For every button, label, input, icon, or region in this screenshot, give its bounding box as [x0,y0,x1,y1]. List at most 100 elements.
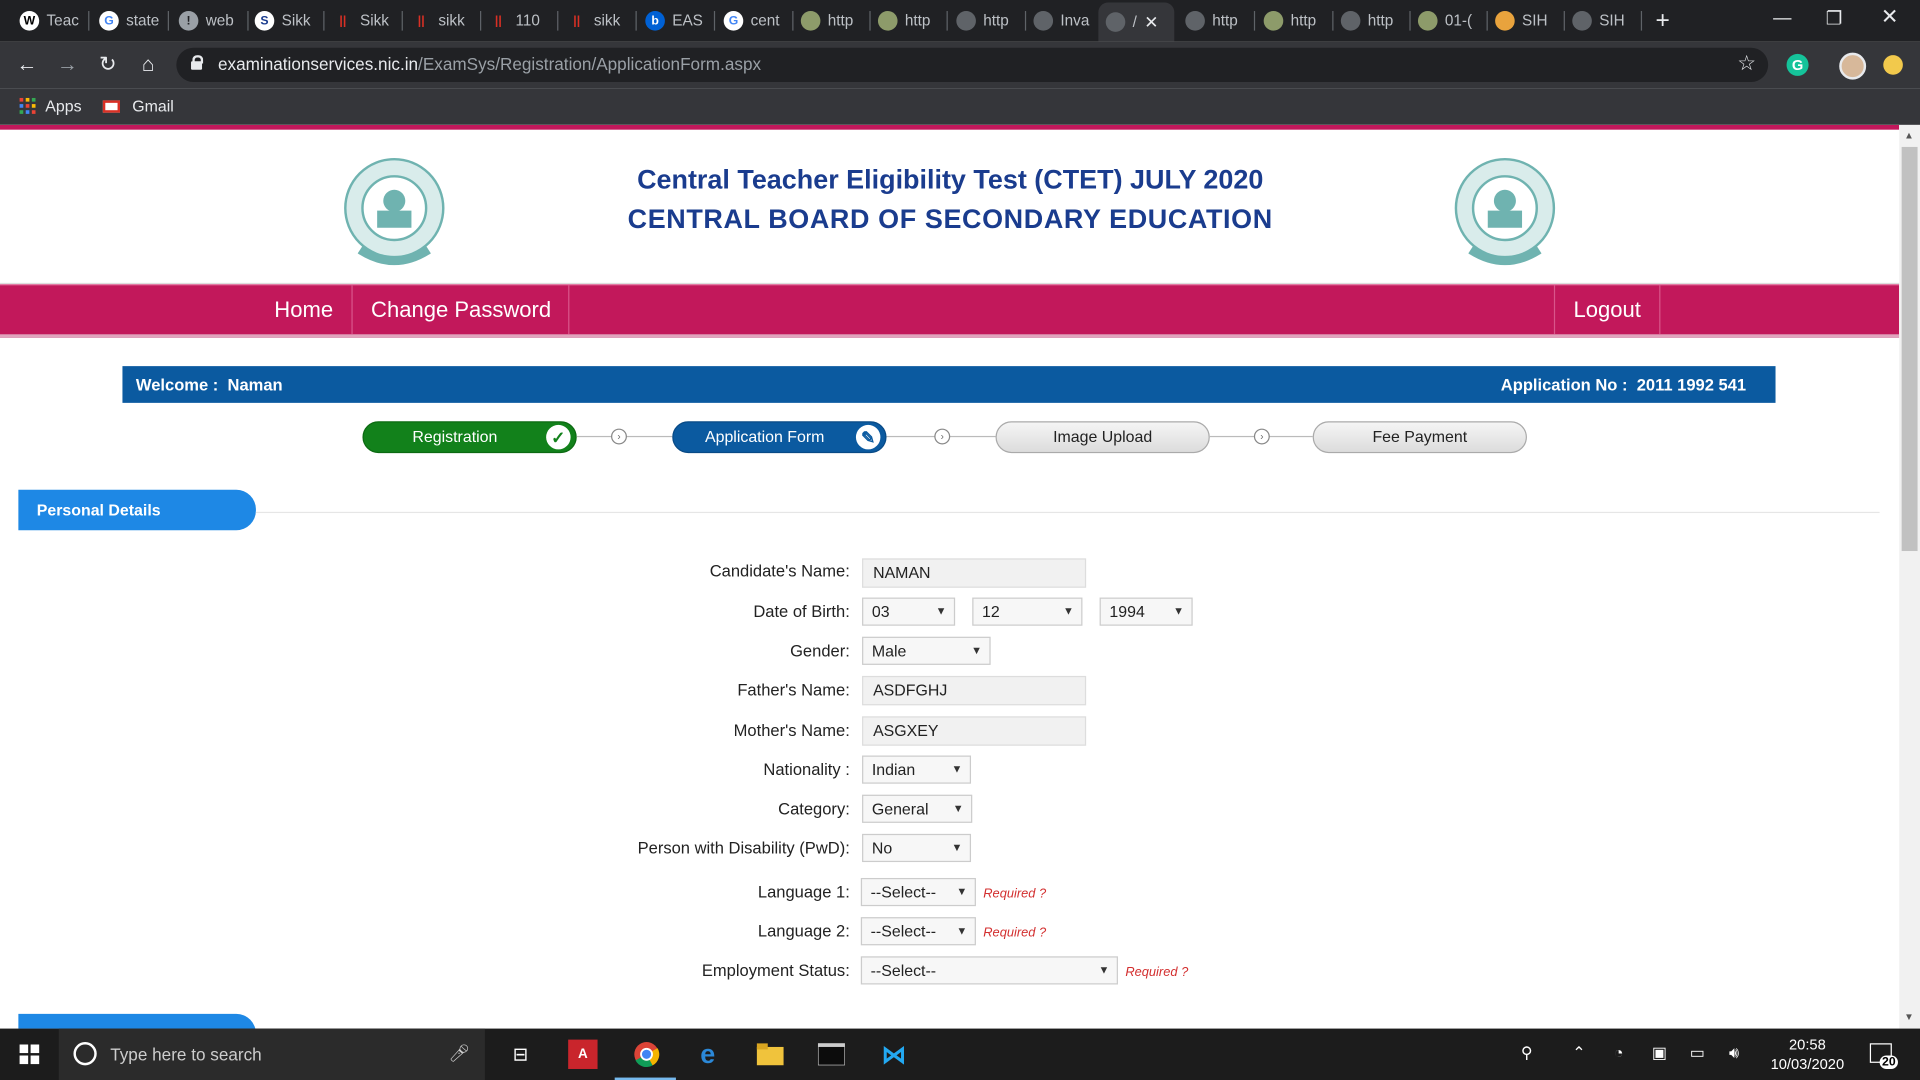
globe-icon [1572,11,1592,31]
required-hint: Required ? [1125,964,1189,980]
page-scrollbar[interactable]: ▲ ▼ [1899,124,1920,1029]
browser-tab-label: Sikk [360,12,389,30]
lock-icon[interactable] [191,55,204,70]
browser-tab[interactable]: W Teac [12,5,90,37]
scroll-down-icon[interactable]: ▼ [1904,1011,1914,1022]
browser-tab[interactable]: SIH [1488,5,1565,37]
browser-tab[interactable]: / ✕ [1098,2,1175,42]
browser-tab[interactable]: http [793,5,871,37]
browser-tab[interactable]: || Sikk [326,5,403,37]
profile-avatar[interactable] [1839,52,1867,80]
grammarly-extension-icon[interactable]: G [1786,53,1809,76]
browser-tab[interactable]: b EAS [638,5,716,37]
step-image-upload[interactable]: Image Upload [995,421,1210,454]
close-tab-icon[interactable]: ✕ [1144,12,1158,33]
browser-tab[interactable]: http [1256,5,1334,37]
people-icon[interactable]: ⚲ [1521,1043,1533,1063]
reload-icon[interactable]: ↻ [94,53,121,77]
chrome-icon[interactable] [632,1040,661,1069]
dob-month-select[interactable]: 12 ▼ [972,597,1083,626]
forward-icon[interactable]: → [54,53,81,77]
mother-name-input[interactable]: ASGXEY [862,716,1087,746]
browser-tab[interactable]: || sikk [560,5,637,37]
browser-tab[interactable]: http [1178,5,1256,37]
dropdown-arrow-icon: ▼ [935,604,947,618]
browser-tab[interactable]: || sikk [404,5,482,37]
step-application-form[interactable]: Application Form ✎ [672,421,887,454]
header-title: Central Teacher Eligibility Test (CTET) … [514,164,1386,235]
bookmark-gmail[interactable]: Gmail [102,97,174,115]
restore-icon[interactable]: ❐ [1826,7,1842,30]
acrobat-icon[interactable]: A [568,1039,598,1069]
bookmark-star-icon[interactable]: ☆ [1737,51,1756,75]
browser-tab[interactable]: http [1333,5,1411,37]
pwd-select[interactable]: No ▼ [862,833,972,863]
category-select[interactable]: General ▼ [862,794,973,823]
scroll-up-icon[interactable]: ▲ [1904,130,1914,141]
language-2-select[interactable]: --Select-- ▼ [860,917,976,946]
nav-logout[interactable]: Logout [1556,285,1658,334]
terminal-icon[interactable] [817,1040,846,1069]
pencil-icon: ✎ [855,424,881,450]
browser-tab-label: sikk [438,12,465,30]
scrollbar-thumb[interactable] [1901,146,1918,552]
update-icon[interactable] [1883,55,1903,75]
browser-tab[interactable]: http [949,5,1027,37]
tray-chevron-icon[interactable]: ⌃ [1572,1043,1585,1063]
address-bar[interactable]: examinationservices.nic.in/ExamSys/Regis… [176,47,1769,83]
battery-icon[interactable]: ▭ [1690,1043,1705,1063]
site-header: Central Teacher Eligibility Test (CTET) … [0,129,1900,285]
browser-tab[interactable]: S Sikk [247,5,325,37]
taskbar-search[interactable]: Type here to search 🎤︎ [58,1028,485,1080]
notification-count: 20 [1879,1055,1899,1069]
security-alert-icon[interactable]: ▣ [1652,1043,1667,1063]
system-clock[interactable]: 20:58 10/03/2020 [1763,1035,1851,1074]
edge-icon[interactable]: e [693,1038,722,1069]
browser-tab[interactable]: || 110 [481,5,559,37]
tab-separator [713,11,716,31]
nationality-value: Indian [871,760,916,779]
browser-tab[interactable]: 01-( [1411,5,1488,37]
clock-time: 20:58 [1788,1035,1826,1054]
dropdown-arrow-icon: ▼ [951,762,963,776]
nav-home[interactable]: Home [257,285,350,334]
back-icon[interactable]: ← [13,53,40,77]
home-icon[interactable]: ⌂ [135,53,162,77]
url-text[interactable]: examinationservices.nic.in/ExamSys/Regis… [218,54,761,74]
step-fee-payment-label: Fee Payment [1372,427,1468,446]
close-window-icon[interactable]: ✕ [1881,5,1898,29]
dob-day-select[interactable]: 03 ▼ [862,597,956,626]
browser-tab[interactable]: Gcent [716,5,794,37]
browser-tab[interactable]: SIH [1565,5,1643,37]
file-explorer-icon[interactable] [756,1040,785,1069]
browser-tab[interactable]: Inva [1026,5,1104,37]
new-tab-button[interactable]: + [1656,7,1670,35]
step-registration[interactable]: Registration ✓ [362,421,577,454]
task-view-icon[interactable]: ⊟ [506,1040,535,1069]
father-name-input[interactable]: ASDFGHJ [862,675,1087,706]
employment-status-select[interactable]: --Select-- ▼ [860,956,1118,985]
cortana-icon[interactable] [73,1042,97,1066]
dob-year-select[interactable]: 1994 ▼ [1099,597,1193,626]
bookmarks-bar: Apps Gmail [0,88,1920,125]
volume-icon[interactable]: 🔊︎ [1729,1043,1739,1063]
nav-change-password[interactable]: Change Password [354,285,568,334]
gender-select[interactable]: Male ▼ [862,636,991,665]
globe-icon [1033,11,1054,31]
minimize-icon[interactable]: — [1773,7,1791,28]
google-icon: G [99,11,119,31]
bookmark-apps[interactable]: Apps [19,97,82,115]
windows-start-icon[interactable] [19,1044,40,1065]
nationality-select[interactable]: Indian ▼ [862,755,972,784]
language-1-select[interactable]: --Select-- ▼ [860,877,976,907]
browser-tab[interactable]: http [871,5,948,37]
browser-tab[interactable]: ! web [171,5,249,37]
microphone-icon[interactable]: 🎤︎ [448,1043,470,1064]
cbse-icon [800,11,821,31]
wifi-icon[interactable]: ◔ [1614,1043,1624,1061]
label-candidate-name: Candidate's Name: [709,562,850,581]
step-fee-payment[interactable]: Fee Payment [1312,421,1527,454]
browser-tab[interactable]: Gstate [92,5,169,37]
candidate-name-input[interactable]: NAMAN [862,558,1087,588]
vscode-icon[interactable]: ⋈ [879,1040,908,1069]
